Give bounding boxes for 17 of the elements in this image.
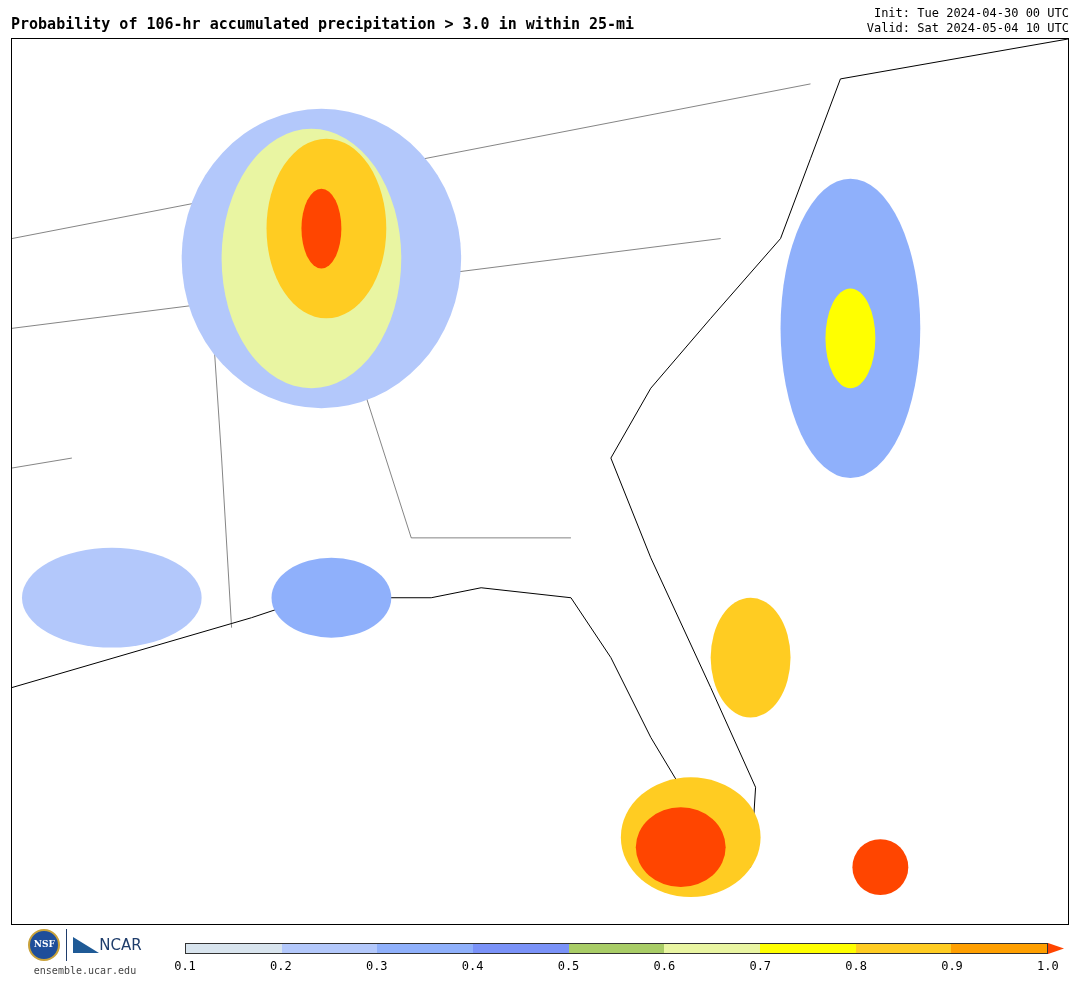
ncar-mark-icon: [73, 935, 100, 955]
init-time: Init: Tue 2024-04-30 00 UTC: [873, 6, 1069, 21]
scale-tick-label: 0.6: [652, 960, 677, 972]
scale-tick-label: 0.4: [460, 960, 485, 972]
nsf-logo: NSF: [28, 929, 61, 961]
scale-tick-label: 0.9: [940, 960, 964, 972]
scale-tick-label: 0.8: [844, 960, 868, 972]
scale-tick-label: 0.2: [269, 960, 293, 972]
valid-time: Valid: Sat 2024-05-04 10 UTC: [866, 21, 1069, 36]
scale-tick-label: 1.0: [1036, 960, 1060, 972]
website-url: ensemble.ucar.edu: [33, 964, 137, 978]
scale-tick-label: 0.3: [364, 960, 389, 972]
scale-tick-label: 0.7: [748, 960, 773, 972]
scale-tick-label: 0.1: [173, 960, 197, 972]
scale-tick-label: 0.5: [556, 960, 581, 972]
ncar-logo: NCAR: [99, 937, 142, 953]
map-title: Probability of 106-hr accumulated precipitation > 3.0 in within 25-mi: [11, 17, 635, 35]
